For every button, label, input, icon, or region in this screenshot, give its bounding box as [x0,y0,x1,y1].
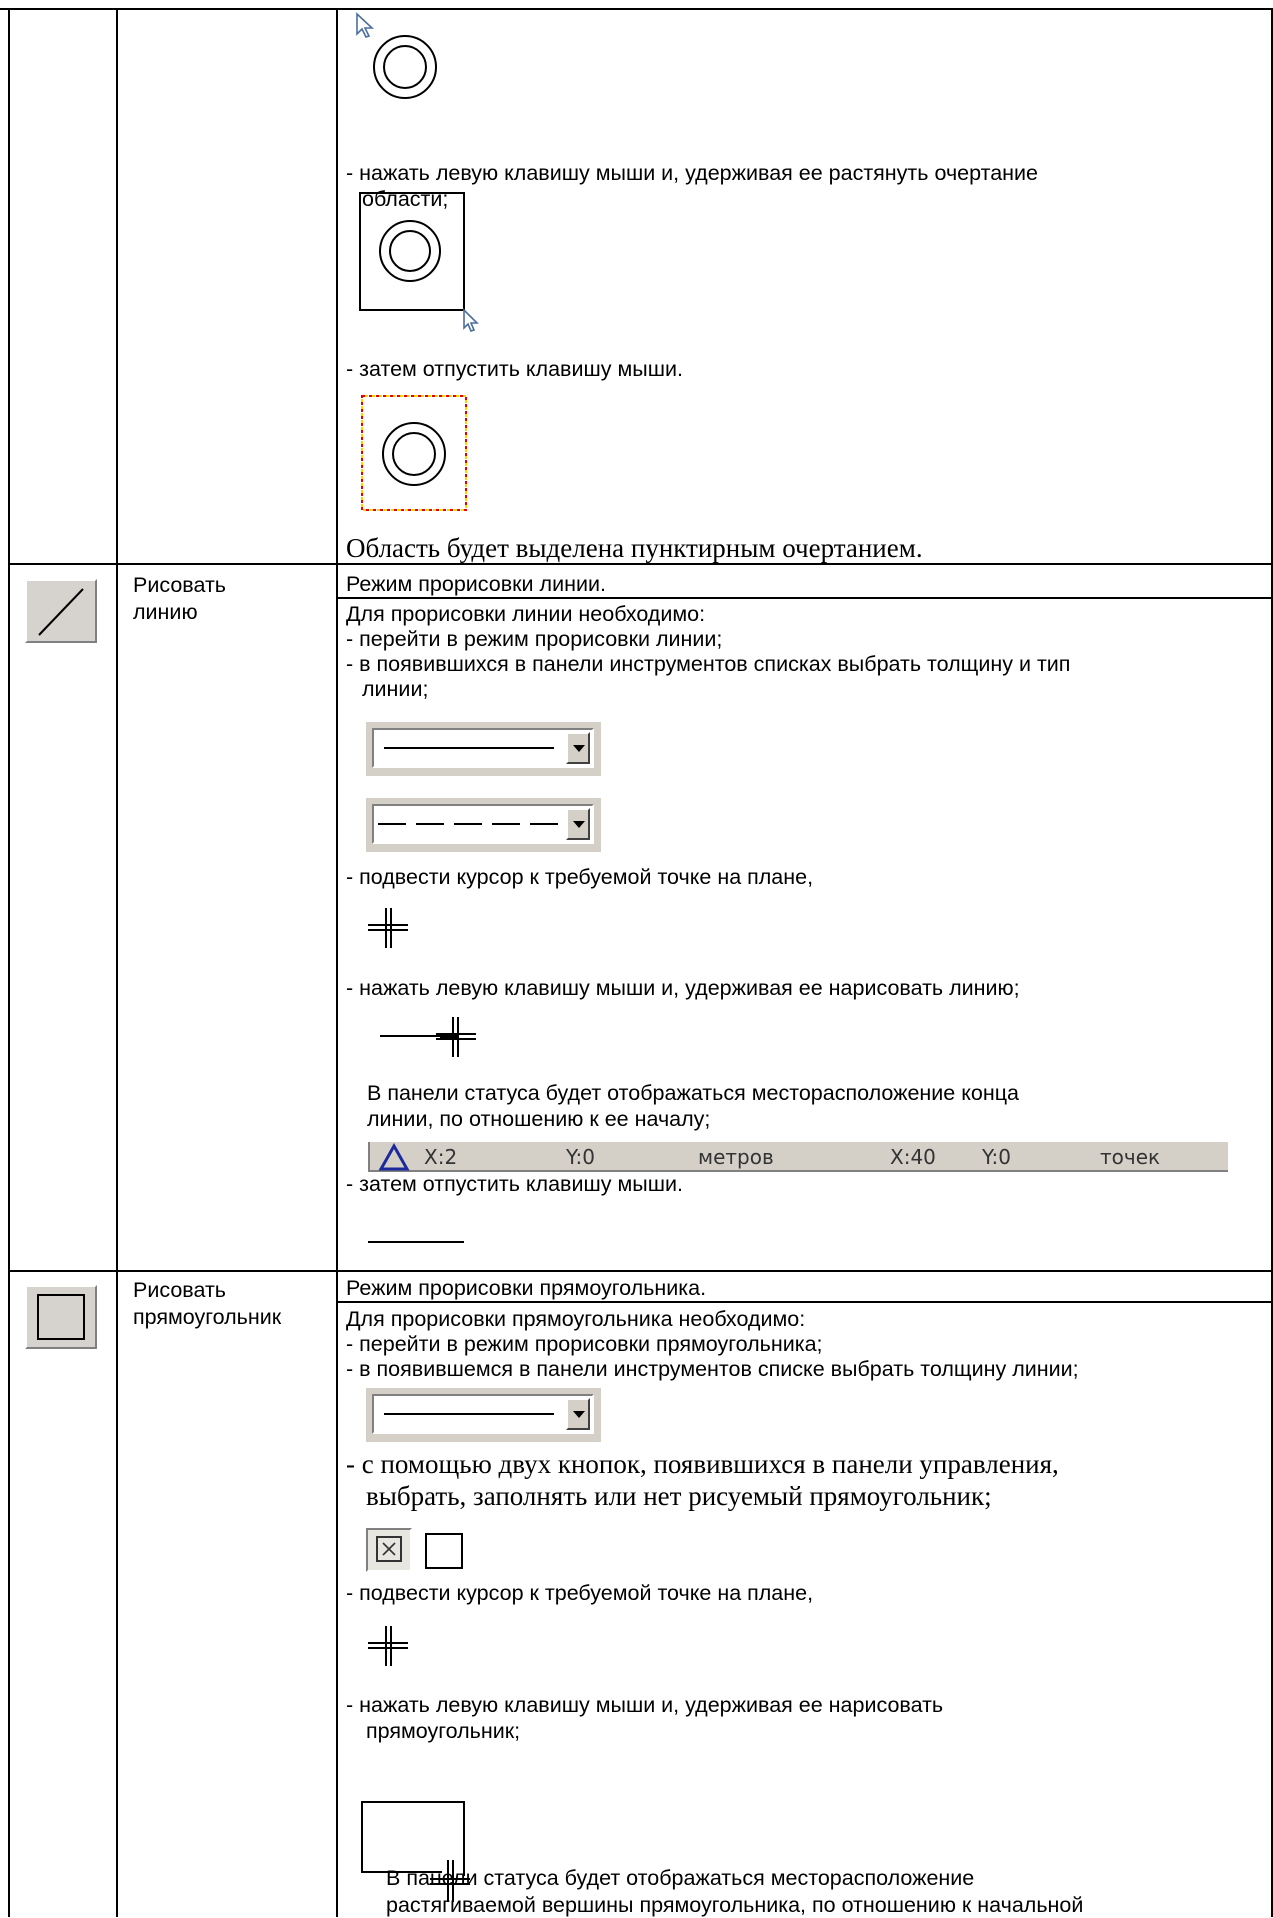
row2-step4: - нажать левую клавишу мыши и, удерживая… [346,976,1020,1000]
status-unit-points: точек [1100,1145,1161,1169]
rectangle-tool-button[interactable] [25,1285,97,1349]
row3-intro: Для прорисовки прямоугольника необходимо… [346,1307,806,1331]
row1-line3: - затем отпустить клавишу мыши. [346,357,683,381]
filled-rectangle-icon [376,1536,402,1562]
selected-area-illustration [361,395,467,511]
row3-step5b: прямоугольник; [366,1719,521,1743]
row2-step1: - перейти в режим прорисовки линии; [346,627,723,651]
chevron-down-icon[interactable] [566,732,590,764]
row3-title: Режим прорисовки прямоугольника. [346,1276,707,1300]
row3-tool-name-2: прямоугольник [133,1305,282,1329]
row3-step2: - в появившемся в панели инструментов сп… [346,1357,1079,1381]
fill-toggle-button[interactable] [366,1528,412,1572]
status-x-points: X:40 [890,1145,936,1169]
row3-step3b: выбрать, заполнять или нет рисуемый прям… [366,1481,992,1511]
row1-note: Область будет выделена пунктирным очерта… [346,533,923,563]
row2-title: Режим прорисовки линии. [346,572,606,596]
status-y-meters: Y:0 [566,1145,596,1169]
chevron-down-icon[interactable] [566,1398,590,1430]
row2-intro: Для прорисовки линии необходимо: [346,602,706,626]
status-unit-meters: метров [698,1145,774,1169]
col-divider-2 [336,8,338,1917]
selection-drag-illustration [359,192,479,332]
dashed-line-icon [378,823,564,825]
col-divider-1 [116,8,118,1917]
row3-step1: - перейти в режим прорисовки прямоугольн… [346,1332,823,1356]
empty-rectangle-icon [425,1533,463,1569]
row2-step3: - подвести курсор к требуемой точке на п… [346,865,814,889]
row3-step4: - подвести курсор к требуемой точке на п… [346,1581,814,1605]
drawn-line-result [368,1241,464,1243]
rectangle-tool-icon [37,1294,85,1340]
row3-status-a: В панели статуса будет отображаться мест… [386,1866,975,1890]
row2-step2b: линии; [362,677,429,701]
row3-tool-name-1: Рисовать [133,1278,227,1302]
row2-step5: - затем отпустить клавишу мыши. [346,1172,683,1196]
table-left-border [8,8,10,1917]
row2-tool-name-2: линию [133,600,198,624]
row2-status-a: В панели статуса будет отображаться мест… [367,1081,1019,1105]
triangle-icon [378,1143,410,1171]
row3-title-divider [336,1301,1273,1303]
line-tool-icon [38,588,84,636]
line-drawing-illustration [380,1017,476,1057]
row2-title-divider [336,597,1273,599]
status-x-meters: X:2 [424,1145,458,1169]
row3-status-b: растягиваемой вершины прямоугольника, по… [386,1893,1084,1917]
rect-line-thickness-dropdown[interactable] [366,1388,601,1442]
row1-line1: - нажать левую клавишу мыши и, удерживая… [346,161,1038,185]
no-fill-toggle-button[interactable] [420,1528,466,1572]
chevron-down-icon[interactable] [566,808,590,840]
line-tool-button[interactable] [25,579,97,643]
line-thickness-dropdown[interactable] [366,722,601,776]
row2-step2a: - в появившихся в панели инструментов сп… [346,652,1071,676]
row3-step5a: - нажать левую клавишу мыши и, удерживая… [346,1693,944,1717]
row-divider-2 [8,1270,1273,1272]
table-top-border [0,8,1273,10]
row2-tool-name-1: Рисовать [133,573,227,597]
crosshair-cursor-icon [368,1626,408,1666]
status-bar: X:2 Y:0 метров X:40 Y:0 точек [368,1140,1228,1172]
row3-step3a: - с помощью двух кнопок, появившихся в п… [346,1449,1059,1479]
circles-icon [373,35,437,99]
line-type-dropdown[interactable] [366,798,601,852]
status-y-points: Y:0 [982,1145,1012,1169]
crosshair-cursor-icon [368,908,408,948]
row2-status-b: линии, по отношению к ее началу; [367,1107,711,1131]
